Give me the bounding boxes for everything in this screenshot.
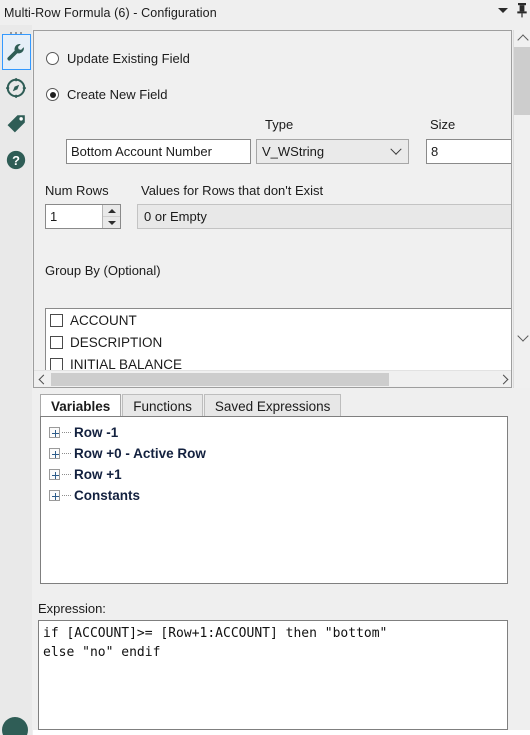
chevron-down-icon[interactable] (498, 7, 508, 13)
radio-update-existing-field[interactable]: Update Existing Field (46, 51, 190, 66)
size-input[interactable]: 8 (426, 139, 511, 164)
size-label: Size (430, 117, 456, 132)
panel-vertical-scrollbar[interactable] (513, 30, 530, 388)
num-rows-increment-button[interactable] (103, 205, 120, 217)
chevron-down-icon (390, 143, 402, 155)
num-rows-stepper-buttons (102, 205, 120, 228)
tab-variables[interactable]: Variables (40, 394, 122, 417)
expand-plus-icon[interactable] (49, 490, 60, 501)
type-select[interactable]: V_WString (256, 139, 409, 164)
tree-item-label: Row -1 (74, 425, 119, 440)
group-by-checkbox[interactable] (50, 357, 63, 371)
tab-functions[interactable]: Functions (122, 394, 203, 417)
group-by-label: Group By (Optional) (45, 263, 161, 278)
radio-create-new-field-label: Create New Field (67, 87, 168, 102)
num-rows-value[interactable]: 1 (46, 205, 102, 228)
scroll-right-button[interactable] (497, 371, 511, 387)
tag-icon (7, 115, 25, 133)
window-title: Multi-Row Formula (6) - Configuration (4, 5, 217, 20)
tree-item-label: Row +0 - Active Row (74, 446, 206, 461)
group-by-checkbox[interactable] (50, 335, 63, 349)
tab-saved-expressions[interactable]: Saved Expressions (203, 394, 342, 417)
scroll-down-button[interactable] (514, 329, 530, 346)
expand-plus-icon[interactable] (49, 448, 60, 459)
num-rows-label: Num Rows (45, 183, 109, 198)
num-rows-decrement-button[interactable] (103, 217, 120, 228)
values-missing-label: Values for Rows that don't Exist (141, 183, 324, 198)
radio-update-existing-field-label: Update Existing Field (67, 51, 190, 66)
variables-tree[interactable]: Row -1 Row +0 - Active Row Row +1 Consta… (40, 416, 508, 584)
tree-item-row-plus-0-active[interactable]: Row +0 - Active Row (41, 443, 507, 464)
tree-connector-icon (62, 495, 71, 496)
tree-connector-icon (62, 453, 71, 454)
rail-item-help[interactable]: ? (1, 142, 31, 178)
title-bar-tools (498, 2, 528, 18)
multi-row-formula-configuration-window: Multi-Row Formula (6) - Configuration ? … (0, 0, 530, 735)
tool-rail: ? (0, 25, 32, 735)
scroll-up-button[interactable] (514, 30, 530, 47)
svg-text:?: ? (12, 153, 20, 168)
tree-item-constants[interactable]: Constants (41, 485, 507, 506)
tree-item-label: Constants (74, 488, 141, 503)
list-item[interactable]: ACCOUNT (46, 309, 511, 331)
type-label: Type (265, 117, 294, 132)
tree-connector-icon (62, 474, 71, 475)
group-by-checkbox[interactable] (50, 313, 63, 327)
expand-plus-icon[interactable] (49, 427, 60, 438)
tree-item-row-minus-1[interactable]: Row -1 (41, 422, 507, 443)
expression-builder-tabs: Variables Functions Saved Expressions (40, 394, 342, 417)
bottom-strip (33, 730, 530, 735)
panel-horizontal-scrollbar[interactable] (34, 370, 511, 387)
values-missing-field[interactable]: 0 or Empty (137, 204, 511, 229)
radio-create-new-field[interactable]: Create New Field (46, 87, 167, 102)
radio-update-existing-field-indicator[interactable] (46, 52, 59, 65)
list-item[interactable]: DESCRIPTION (46, 331, 511, 353)
expand-plus-icon[interactable] (49, 469, 60, 480)
scrollbar-thumb[interactable] (514, 47, 530, 115)
field-name-input[interactable]: Bottom Account Number (66, 139, 251, 164)
expression-editor[interactable]: if [ACCOUNT]>= [Row+1:ACCOUNT] then "bot… (38, 620, 508, 730)
radio-create-new-field-indicator[interactable] (46, 88, 59, 101)
scroll-left-button[interactable] (34, 371, 50, 387)
pin-icon[interactable] (516, 2, 528, 18)
tree-item-label: Row +1 (74, 467, 122, 482)
rail-item-metadata[interactable] (1, 106, 31, 142)
rail-item-configuration[interactable] (1, 34, 31, 70)
list-item-label: ACCOUNT (70, 312, 137, 328)
help-question-icon: ? (6, 150, 26, 170)
title-bar: Multi-Row Formula (6) - Configuration (0, 0, 530, 25)
num-rows-stepper[interactable]: 1 (45, 204, 121, 229)
scrollbar-thumb[interactable] (51, 372, 389, 386)
compass-icon (6, 78, 26, 98)
tree-connector-icon (62, 432, 71, 433)
wrench-icon (7, 43, 24, 61)
grip-dots-icon[interactable] (0, 25, 32, 34)
rail-item-annotation[interactable] (1, 70, 31, 106)
list-item-label: DESCRIPTION (70, 334, 163, 350)
type-select-value: V_WString (262, 144, 325, 159)
expression-label: Expression: (38, 601, 106, 616)
tree-item-row-plus-1[interactable]: Row +1 (41, 464, 507, 485)
configuration-panel: Update Existing Field Create New Field T… (33, 30, 512, 388)
